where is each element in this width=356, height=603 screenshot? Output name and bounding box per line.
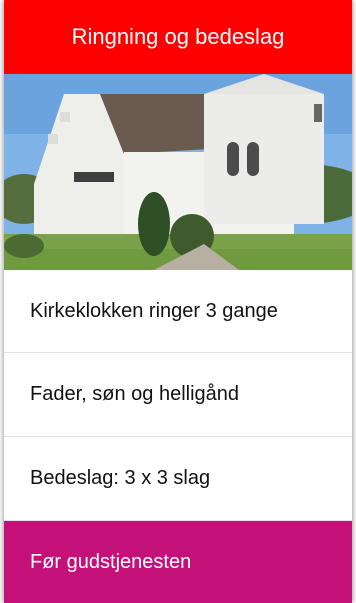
app-frame: Ringning og bedeslag Kirkeklokken ringer…: [4, 0, 352, 603]
list-item[interactable]: Bedeslag: 3 x 3 slag: [4, 437, 352, 521]
church-image: [4, 74, 352, 270]
church-photo: [4, 74, 352, 270]
page-header: Ringning og bedeslag: [4, 0, 352, 74]
ringing-list: Kirkeklokken ringer 3 gange Fader, søn o…: [4, 270, 352, 521]
list-item-label: Bedeslag: 3 x 3 slag: [30, 467, 211, 489]
list-item[interactable]: Kirkeklokken ringer 3 gange: [4, 270, 352, 353]
list-item[interactable]: Fader, søn og helligånd: [4, 353, 352, 437]
list-item-label: Fader, søn og helligånd: [30, 383, 240, 405]
list-item-label: Kirkeklokken ringer 3 gange: [30, 299, 278, 322]
page-title: Ringning og bedeslag: [71, 24, 285, 49]
footer-label: Før gudstjenesten: [30, 550, 192, 573]
footer-button-before-service[interactable]: Før gudstjenesten: [4, 521, 352, 603]
